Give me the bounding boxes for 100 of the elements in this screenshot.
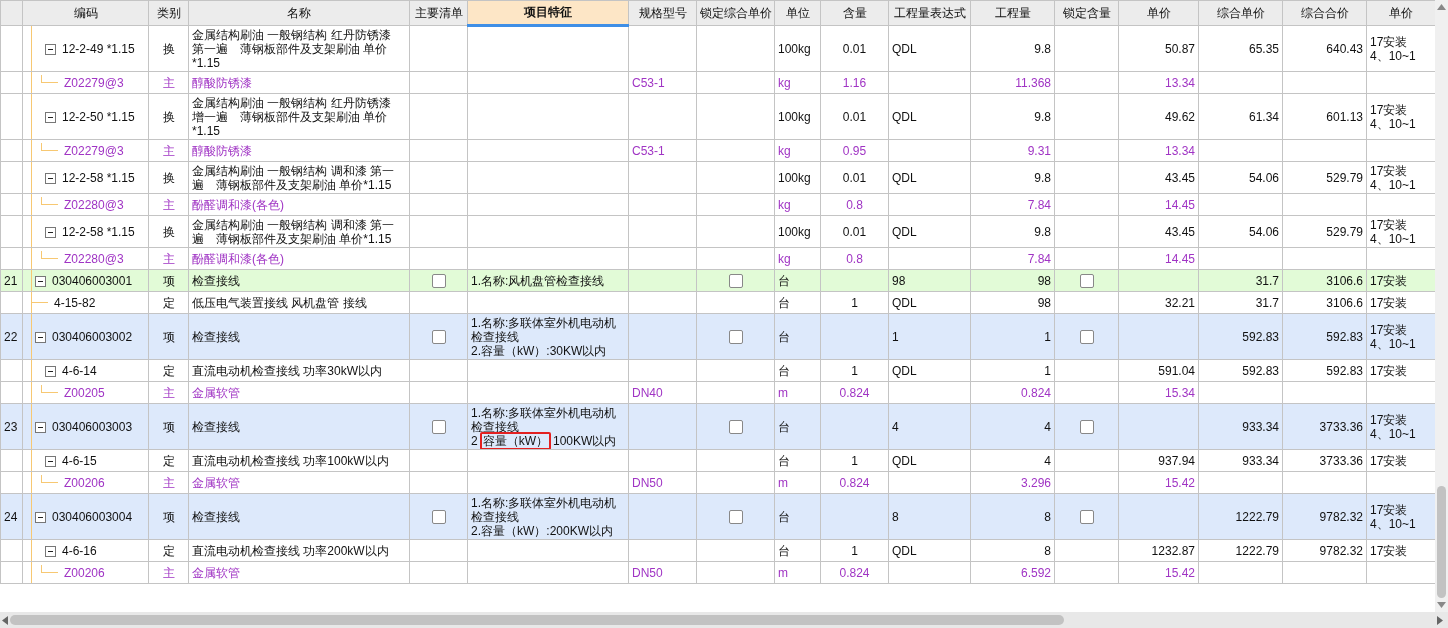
item-code: 030406003002 — [52, 330, 133, 344]
column-header[interactable]: 工程量表达式 — [888, 0, 971, 26]
table-cell: 金属结构刷油 一般钢结构 调和漆 第一遍 薄钢板部件及支架刷油 单价*1.15 — [188, 161, 410, 194]
table-cell: 14.45 — [1118, 247, 1199, 270]
column-header[interactable]: 单价 — [1366, 0, 1435, 26]
collapse-icon[interactable] — [35, 331, 46, 343]
item-code: 12-2-50 *1.15 — [62, 110, 135, 124]
table-row[interactable]: 21 030406003001 项 检查接线 1.名称:风机盘管检查接线 台 98 98 31.7 3106.6 17安装 — [0, 269, 1435, 292]
table-cell: 低压电气装置接线 风机盘管 接线 — [188, 291, 410, 314]
table-row[interactable]: Z02280@3 主 酚醛调和漆(各色) kg 0.8 7.84 14.45 — [0, 247, 1435, 270]
collapse-icon[interactable] — [35, 511, 46, 523]
checkbox[interactable] — [431, 510, 446, 525]
item-code: Z02280@3 — [64, 198, 124, 212]
column-header[interactable]: 主要清单 — [409, 0, 468, 26]
table-cell: QDL — [888, 93, 971, 140]
table-row[interactable]: Z02279@3 主 醇酸防锈漆 C53-1 kg 1.16 11.368 13.34 — [0, 71, 1435, 94]
scroll-down-icon[interactable] — [1437, 602, 1446, 608]
table-cell: 检查接线 — [188, 403, 410, 450]
table-cell: 项 — [148, 493, 189, 540]
checkbox[interactable] — [728, 510, 743, 525]
collapse-icon[interactable] — [45, 545, 56, 557]
checkbox[interactable] — [1079, 420, 1094, 435]
table-row[interactable]: 4-6-14 定 直流电动机检查接线 功率30kW以内 台 1 QDL 1 591.04 592.83 592.83 17安装 — [0, 359, 1435, 382]
column-header[interactable]: 单价 — [1118, 0, 1199, 26]
collapse-icon[interactable] — [45, 226, 56, 238]
column-header[interactable]: 锁定综合单价 — [696, 0, 775, 26]
table-cell: 1232.87 — [1118, 539, 1199, 562]
collapse-icon[interactable] — [45, 172, 56, 184]
table-cell: 检查接线 — [188, 493, 410, 540]
column-header[interactable]: 综合单价 — [1198, 0, 1283, 26]
column-header[interactable]: 单位 — [774, 0, 821, 26]
table-row[interactable]: Z00205 主 金属软管 DN40 m 0.824 0.824 15.34 — [0, 381, 1435, 404]
table-cell: QDL — [888, 291, 971, 314]
table-cell: 金属软管 — [188, 381, 410, 404]
checkbox[interactable] — [1079, 510, 1094, 525]
checkbox[interactable] — [1079, 274, 1094, 289]
table-cell: 15.42 — [1118, 471, 1199, 494]
vertical-scrollbar[interactable] — [1435, 0, 1448, 612]
table-cell: 检查接线 — [188, 269, 410, 292]
table-row[interactable]: 4-6-16 定 直流电动机检查接线 功率200kW以内 台 1 QDL 8 1232.87 1222.79 9782.32 17安装 — [0, 539, 1435, 562]
item-code: Z00206 — [64, 566, 105, 580]
column-header[interactable]: 工程量 — [970, 0, 1055, 26]
table-cell: 1222.79 — [1198, 539, 1283, 562]
table-cell: 台 — [774, 449, 821, 472]
collapse-icon[interactable] — [35, 421, 46, 433]
scroll-right-icon[interactable] — [1437, 615, 1443, 625]
column-header[interactable]: 规格型号 — [628, 0, 697, 26]
scrollbar-thumb[interactable] — [10, 615, 1064, 625]
table-cell: 7.84 — [970, 247, 1055, 270]
table-cell: 61.34 — [1198, 93, 1283, 140]
table-cell: 31.7 — [1198, 291, 1283, 314]
horizontal-scrollbar[interactable] — [0, 612, 1448, 628]
collapse-icon[interactable] — [45, 455, 56, 467]
column-header[interactable]: 综合合价 — [1282, 0, 1367, 26]
item-code: 12-2-49 *1.15 — [62, 42, 135, 56]
column-header[interactable]: 项目特征 — [467, 0, 629, 26]
scrollbar-thumb[interactable] — [1437, 486, 1446, 598]
table-cell: 6.592 — [970, 561, 1055, 584]
table-cell: 直流电动机检查接线 功率100kW以内 — [188, 449, 410, 472]
collapse-icon[interactable] — [45, 365, 56, 377]
column-header[interactable]: 锁定含量 — [1054, 0, 1119, 26]
table-cell: 50.87 — [1118, 25, 1199, 72]
table-cell: 98 — [888, 269, 971, 292]
table-cell: 933.34 — [1198, 449, 1283, 472]
table-row[interactable]: Z02280@3 主 酚醛调和漆(各色) kg 0.8 7.84 14.45 — [0, 193, 1435, 216]
table-cell: 金属软管 — [188, 471, 410, 494]
table-row[interactable]: 4-6-15 定 直流电动机检查接线 功率100kW以内 台 1 QDL 4 937.94 933.34 3733.36 17安装 — [0, 449, 1435, 472]
checkbox[interactable] — [728, 330, 743, 345]
checkbox[interactable] — [728, 420, 743, 435]
item-code: 4-6-15 — [62, 454, 97, 468]
scroll-left-icon[interactable] — [2, 615, 8, 625]
checkbox[interactable] — [1079, 330, 1094, 345]
table-cell: 台 — [774, 359, 821, 382]
column-header[interactable]: 名称 — [188, 0, 410, 26]
table-cell: 601.13 — [1282, 93, 1367, 140]
checkbox[interactable] — [431, 330, 446, 345]
checkbox[interactable] — [431, 420, 446, 435]
item-code: 4-15-82 — [54, 296, 96, 310]
table-cell: 定 — [148, 449, 189, 472]
table-cell: 金属结构刷油 一般钢结构 红丹防锈漆第一遍 薄钢板部件及支架刷油 单价*1.15 — [188, 25, 410, 72]
row-number: 23 — [0, 403, 23, 450]
feature-text: 100KW以内 — [553, 434, 617, 448]
collapse-icon[interactable] — [45, 43, 56, 55]
scroll-up-icon[interactable] — [1437, 4, 1446, 10]
collapse-icon[interactable] — [35, 275, 46, 287]
table-cell: DN50 — [628, 471, 697, 494]
table-cell: 醇酸防锈漆 — [188, 139, 410, 162]
table-cell: 1.16 — [820, 71, 889, 94]
table-row[interactable]: 4-15-82 定 低压电气装置接线 风机盘管 接线 台 1 QDL 98 32.21 31.7 3106.6 17安装 — [0, 291, 1435, 314]
collapse-icon[interactable] — [45, 111, 56, 123]
column-header[interactable]: 含量 — [820, 0, 889, 26]
checkbox[interactable] — [431, 274, 446, 289]
column-header[interactable]: 类别 — [148, 0, 189, 26]
table-row[interactable]: Z00206 主 金属软管 DN50 m 0.824 3.296 15.42 — [0, 471, 1435, 494]
table-cell: 1 — [820, 291, 889, 314]
checkbox[interactable] — [728, 274, 743, 289]
table-row[interactable]: Z02279@3 主 醇酸防锈漆 C53-1 kg 0.95 9.31 13.34 — [0, 139, 1435, 162]
column-header[interactable]: 编码 — [22, 0, 149, 26]
table-row[interactable]: Z00206 主 金属软管 DN50 m 0.824 6.592 15.42 — [0, 561, 1435, 584]
table-cell: 主 — [148, 71, 189, 94]
